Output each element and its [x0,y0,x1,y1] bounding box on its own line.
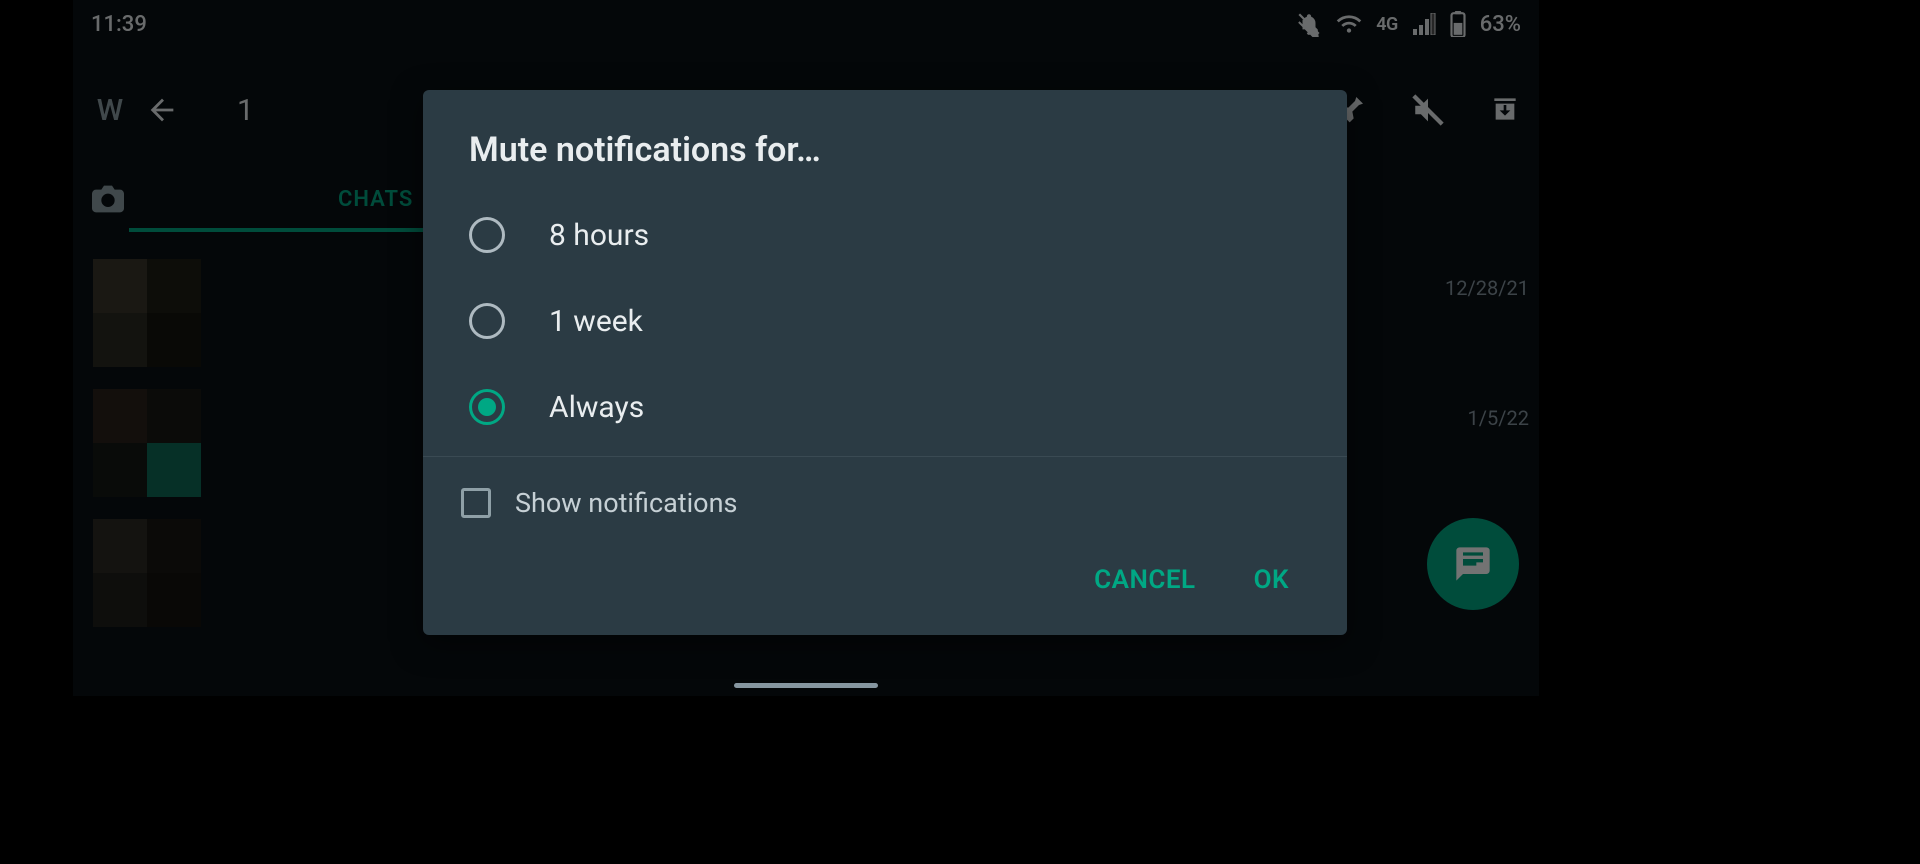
radio-icon [469,217,505,253]
cancel-button[interactable]: CANCEL [1094,565,1195,595]
mute-dialog: Mute notifications for… 8 hours 1 week A… [423,90,1347,635]
dialog-actions: CANCEL OK [423,529,1347,615]
mute-option-8hours[interactable]: 8 hours [423,192,1347,278]
phone-screen: 11:39 4G 63% W 1 CHATS STATUS CALLS [73,0,1539,696]
option-label: 1 week [549,304,643,339]
radio-icon [469,389,505,425]
dialog-title: Mute notifications for… [423,130,1347,192]
show-notifications-row[interactable]: Show notifications [423,457,1347,529]
ok-button[interactable]: OK [1254,565,1289,595]
mute-option-1week[interactable]: 1 week [423,278,1347,364]
option-label: 8 hours [549,218,649,253]
checkbox-icon [461,488,491,518]
show-notifications-label: Show notifications [515,487,737,519]
radio-icon [469,303,505,339]
nav-handle[interactable] [734,683,878,688]
option-label: Always [549,390,644,425]
mute-option-always[interactable]: Always [423,364,1347,450]
